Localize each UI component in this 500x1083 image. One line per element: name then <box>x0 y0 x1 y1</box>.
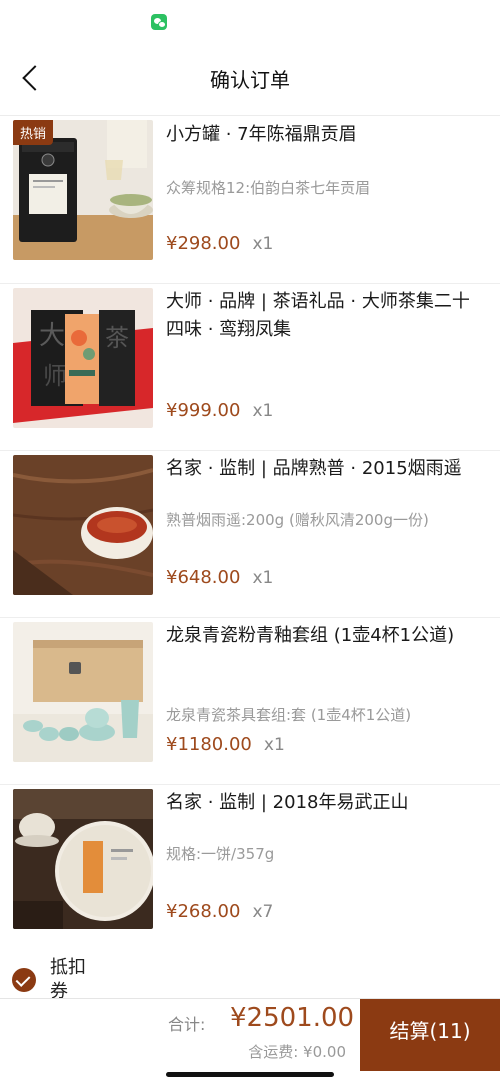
check-circle-icon[interactable] <box>12 968 36 992</box>
product-name: 名家 · 监制 | 品牌熟普 · 2015烟雨遥 <box>166 458 462 479</box>
product-spec: 龙泉青瓷茶具套组:套 (1壶4杯1公道) <box>166 706 412 724</box>
svg-text:师: 师 <box>43 362 67 390</box>
product-image <box>13 622 153 762</box>
product-spec: 规格:一饼/357g <box>166 845 275 863</box>
product-price-row: ¥298.00 x1 <box>166 233 273 254</box>
shipping-fee: 含运费: ¥0.00 <box>248 1043 346 1061</box>
svg-text:茶: 茶 <box>105 324 129 352</box>
product-spec: 众筹规格12:伯韵白茶七年贡眉 <box>166 179 371 197</box>
wechat-icon <box>151 14 167 30</box>
product-name: 名家 · 监制 | 2018年易武正山 <box>166 792 409 813</box>
product-item[interactable]: 大 师 茶 大师 · 品牌 | 茶语礼品 · 大师茶集二十四味 · 鸾翔凤集 ¥… <box>0 284 500 451</box>
product-item[interactable]: 龙泉青瓷粉青釉套组 (1壶4杯1公道) 龙泉青瓷茶具套组:套 (1壶4杯1公道)… <box>0 618 500 785</box>
product-image: 大 师 茶 <box>13 288 153 428</box>
nav-bar: 确认订单 <box>0 44 500 116</box>
product-item[interactable]: 名家 · 监制 | 品牌熟普 · 2015烟雨遥 熟普烟雨遥:200g (赠秋风… <box>0 451 500 618</box>
order-list: 热销 小方罐 · 7年陈福鼎贡眉 众筹规格12:伯韵白茶七年贡眉 ¥298.00… <box>0 117 500 940</box>
product-item[interactable]: 热销 小方罐 · 7年陈福鼎贡眉 众筹规格12:伯韵白茶七年贡眉 ¥298.00… <box>0 117 500 284</box>
hot-badge: 热销 <box>13 120 54 145</box>
checkout-bar: 合计: ¥2501.00 含运费: ¥0.00 结算(11) <box>0 998 500 1071</box>
page-title: 确认订单 <box>210 68 290 92</box>
svg-text:大: 大 <box>39 321 65 351</box>
product-quantity: x1 <box>252 401 274 421</box>
total-value: ¥2501.00 <box>230 1003 355 1033</box>
checkout-button[interactable]: 结算(11) <box>360 999 500 1071</box>
status-bar <box>0 0 500 44</box>
product-item[interactable]: 名家 · 监制 | 2018年易武正山 规格:一饼/357g ¥268.00 x7 <box>0 785 500 940</box>
product-image: 热销 <box>13 120 153 260</box>
total-label: 合计: <box>168 1015 206 1034</box>
product-price: ¥298.00 <box>166 233 241 254</box>
coupon-row[interactable]: 抵扣券 <box>0 948 500 1002</box>
product-price-row: ¥999.00 x1 <box>166 400 273 421</box>
home-indicator <box>166 1072 334 1077</box>
product-quantity: x1 <box>263 735 285 755</box>
product-quantity: x7 <box>252 902 274 922</box>
product-price: ¥648.00 <box>166 567 241 588</box>
product-price: ¥268.00 <box>166 901 241 922</box>
product-price-row: ¥268.00 x7 <box>166 901 273 922</box>
product-quantity: x1 <box>252 234 274 254</box>
product-name: 小方罐 · 7年陈福鼎贡眉 <box>166 124 357 145</box>
product-image <box>13 455 153 595</box>
product-price-row: ¥1180.00 x1 <box>166 734 285 755</box>
product-name: 大师 · 品牌 | 茶语礼品 · 大师茶集二十四味 · 鸾翔凤集 <box>166 291 470 340</box>
coupon-label: 抵扣券 <box>50 957 86 1002</box>
product-name: 龙泉青瓷粉青釉套组 (1壶4杯1公道) <box>166 625 455 646</box>
product-spec: 熟普烟雨遥:200g (赠秋风清200g一份) <box>166 511 429 529</box>
product-image <box>13 789 153 929</box>
product-quantity: x1 <box>252 568 274 588</box>
product-price-row: ¥648.00 x1 <box>166 567 273 588</box>
product-price: ¥1180.00 <box>166 734 252 755</box>
product-price: ¥999.00 <box>166 400 241 421</box>
